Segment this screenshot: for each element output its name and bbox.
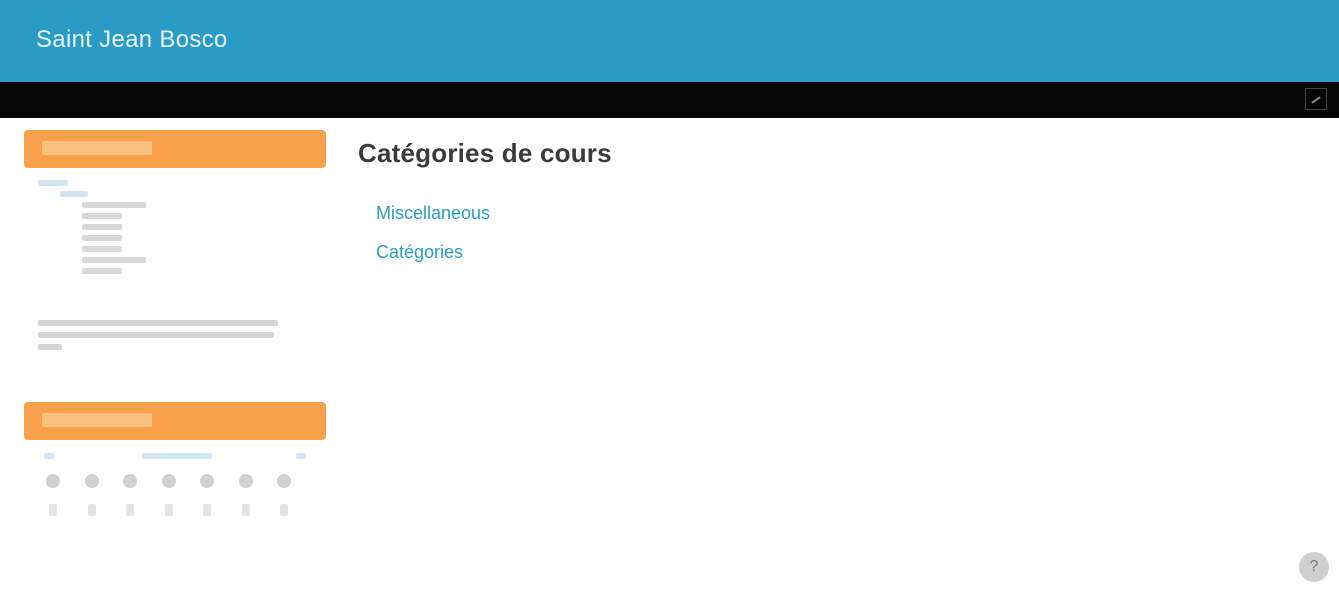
calendar-weekday (161, 474, 176, 488)
nav-subitem[interactable] (82, 235, 122, 241)
sidebar-note-line (38, 344, 62, 350)
site-title[interactable]: Saint Jean Bosco (36, 26, 228, 54)
calendar-days (24, 504, 326, 516)
category-categories-link[interactable]: Catégories (376, 242, 1326, 263)
calendar-weekday (200, 474, 214, 488)
calendar-month-name (142, 453, 212, 459)
calendar-day[interactable] (280, 504, 288, 516)
category-miscellaneous-link[interactable]: Miscellaneous (376, 203, 1326, 224)
sidebar-note (24, 320, 326, 350)
site-header: Saint Jean Bosco (0, 0, 1339, 82)
page-title: Catégories de cours (358, 138, 612, 168)
nav-item-home[interactable] (38, 180, 68, 186)
nav-subitem[interactable] (82, 213, 122, 219)
nav-subitem[interactable] (82, 268, 122, 274)
calendar-block-title (42, 413, 152, 427)
calendar-day[interactable] (241, 504, 250, 516)
calendar-day[interactable] (203, 504, 211, 516)
navigation-block-header (24, 130, 326, 168)
calendar-weekday (123, 474, 137, 488)
main-content: Catégories de cours Miscellaneous Catégo… (356, 130, 1326, 305)
calendar-block-header (24, 402, 326, 440)
calendar-day[interactable] (164, 504, 173, 516)
calendar-weekdays (24, 474, 326, 488)
calendar-day[interactable] (49, 504, 57, 516)
calendar-month-nav (24, 450, 326, 464)
nav-item-site-pages[interactable] (60, 191, 88, 197)
sidebar-note-line (38, 320, 278, 326)
nav-subitem[interactable] (82, 224, 122, 230)
nav-subitem[interactable] (82, 202, 146, 208)
calendar-next-link[interactable] (296, 453, 306, 459)
calendar-weekday (238, 474, 253, 488)
calendar-day[interactable] (87, 504, 96, 516)
navbar-toggle-icon[interactable] (1305, 88, 1327, 110)
sidebar-note-line (38, 332, 274, 338)
sidebar (24, 130, 326, 516)
navbar (0, 82, 1339, 118)
calendar-weekday (84, 474, 99, 488)
nav-subitem[interactable] (82, 246, 122, 252)
navigation-tree (24, 180, 326, 274)
question-icon[interactable]: ? (1299, 552, 1329, 582)
calendar-weekday (277, 474, 291, 488)
calendar-day[interactable] (126, 504, 134, 516)
nav-subitem[interactable] (82, 257, 146, 263)
calendar-prev-link[interactable] (44, 453, 54, 459)
navigation-block-title (42, 141, 152, 155)
calendar-weekday (46, 474, 60, 488)
